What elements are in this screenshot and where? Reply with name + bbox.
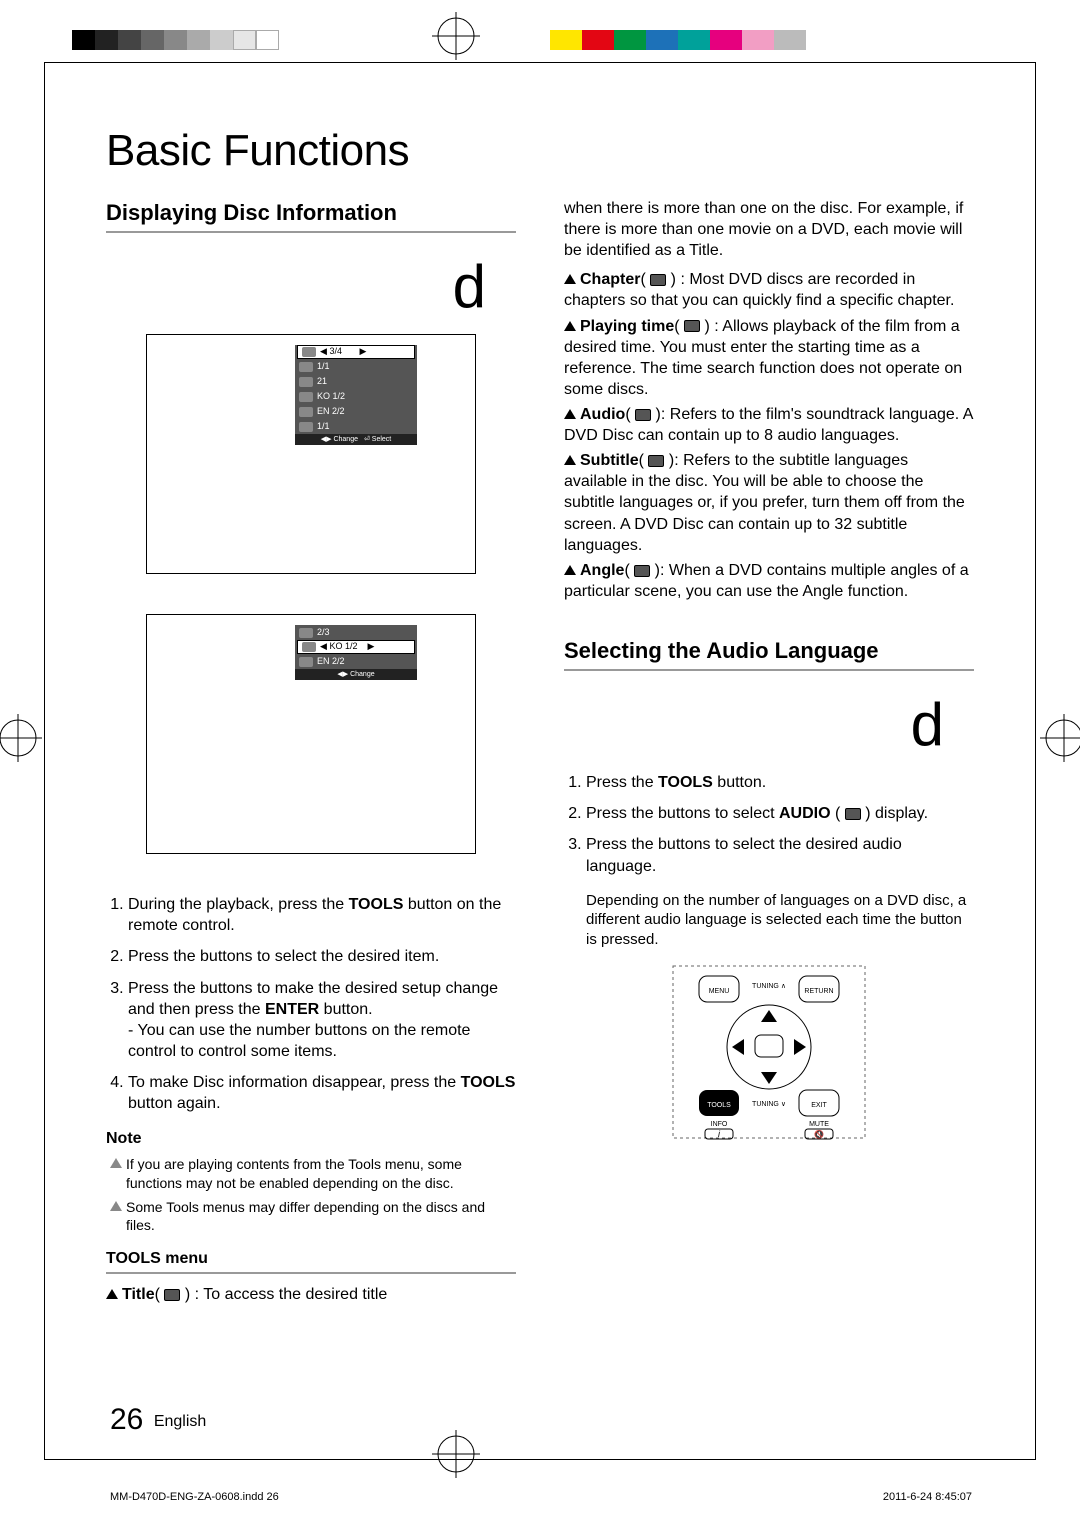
svg-text:TUNING ∨: TUNING ∨: [752, 1101, 786, 1108]
chapter-icon: [650, 274, 666, 286]
osd-panel-2: 2/3 ◀ KO 1/2 ▶ EN 2/2 ◀▶ Change: [146, 614, 476, 854]
step-item: Press the buttons to select AUDIO ( ) di…: [586, 803, 974, 824]
osd-value: 1/1: [317, 421, 330, 433]
remote-diagram: MENU RETURN TUNING ∧ TOOLS EXIT TUNING ∨: [669, 962, 869, 1148]
intro-text: when there is more than one on the disc.…: [564, 198, 974, 261]
angle-icon: [634, 565, 650, 577]
clock-icon: [684, 320, 700, 332]
svg-text:TUNING ∧: TUNING ∧: [752, 983, 786, 990]
disc-glyph: d: [106, 247, 486, 326]
footer-filename: MM-D470D-ENG-ZA-0608.indd 26: [110, 1491, 279, 1503]
osd-panel-1: ◀ 3/4 ▶ 1/1 21 KO 1/2 EN 2/2 1/1 ◀▶ Chan…: [146, 334, 476, 574]
osd-value: 3/4: [329, 346, 342, 358]
svg-text:🔇: 🔇: [814, 1129, 824, 1139]
osd-value: KO 1/2: [329, 641, 357, 653]
def-playingtime: Playing time( ) : Allows playback of the…: [564, 316, 974, 400]
note-heading: Note: [106, 1128, 516, 1149]
step-item: During the playback, press the TOOLS but…: [128, 894, 516, 936]
step-item: Press the TOOLS button.: [586, 772, 974, 793]
note-list: If you are playing contents from the Too…: [106, 1155, 516, 1234]
audio-icon: [845, 808, 861, 820]
print-footer: MM-D470D-ENG-ZA-0608.indd 26 2011-6-24 8…: [110, 1491, 972, 1503]
def-chapter: Chapter( ) : Most DVD discs are recorded…: [564, 269, 974, 311]
svg-text:MENU: MENU: [709, 988, 730, 995]
step-item: Press the buttons to select the desired …: [586, 834, 974, 876]
page-number: 26: [110, 1403, 143, 1436]
page-title: Basic Functions: [106, 126, 974, 176]
footer-timestamp: 2011-6-24 8:45:07: [883, 1491, 972, 1503]
def-angle: Angle( ): When a DVD contains multiple a…: [564, 560, 974, 602]
step-item: Press the buttons to make the desired se…: [128, 978, 516, 1062]
svg-text:RETURN: RETURN: [804, 988, 833, 995]
svg-text:TOOLS: TOOLS: [707, 1102, 731, 1109]
osd-value: EN 2/2: [317, 406, 345, 418]
section-heading: Selecting the Audio Language: [564, 636, 974, 671]
sub-note: Depending on the number of languages on …: [564, 891, 974, 950]
crop-mark-right: [1040, 714, 1080, 762]
audio-icon: [635, 409, 651, 421]
osd-value: 21: [317, 376, 327, 388]
crop-mark-top: [432, 12, 480, 60]
page-footer: 26 English: [110, 1403, 206, 1437]
grayscale-bar: [72, 30, 279, 50]
osd-value: 1/1: [317, 361, 330, 373]
steps-list-right: Press the TOOLS button. Press the button…: [564, 772, 974, 876]
svg-text:MUTE: MUTE: [809, 1121, 829, 1128]
crop-mark-left: [0, 714, 42, 762]
svg-text:EXIT: EXIT: [811, 1102, 827, 1109]
disc-glyph: d: [564, 685, 944, 764]
steps-list-left: During the playback, press the TOOLS but…: [106, 894, 516, 1114]
right-column: when there is more than one on the disc.…: [564, 198, 974, 1305]
step-item: To make Disc information disappear, pres…: [128, 1072, 516, 1114]
color-bar: [550, 30, 806, 50]
step-item: Press the buttons to select the desired …: [128, 946, 516, 967]
svg-text:INFO: INFO: [711, 1121, 728, 1128]
title-icon: [164, 1289, 180, 1301]
left-column: Displaying Disc Information d ◀ 3/4 ▶ 1/…: [106, 198, 516, 1305]
osd-value: 2/3: [317, 627, 330, 639]
tools-entry: Title( ) : To access the desired title: [106, 1284, 516, 1305]
caution-icon: [110, 1158, 122, 1168]
def-audio: Audio( ): Refers to the ﬁlm's soundtrack…: [564, 404, 974, 446]
osd-value: KO 1/2: [317, 391, 345, 403]
def-subtitle: Subtitle( ): Refers to the subtitle lang…: [564, 450, 974, 556]
osd-value: EN 2/2: [317, 656, 345, 668]
page-language: English: [154, 1413, 206, 1430]
section-heading: Displaying Disc Information: [106, 198, 516, 233]
tools-menu-heading: TOOLS menu: [106, 1248, 516, 1274]
caution-icon: [110, 1201, 122, 1211]
subtitle-icon: [648, 455, 664, 467]
